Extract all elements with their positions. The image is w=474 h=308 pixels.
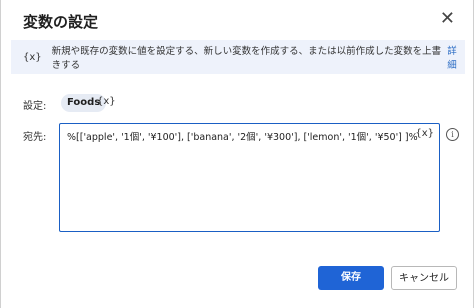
info-icon[interactable]: i [446, 128, 459, 141]
value-textarea[interactable]: %[['apple', '1個', '¥100'], ['banana', '2… [59, 123, 440, 232]
variable-icon: {x} [23, 51, 42, 63]
info-banner: {x} 新規や既存の変数に値を設定する、新しい変数を作成する、または以前作成した… [11, 40, 465, 74]
set-variable-dialog: 変数の設定 ✕ {x} 新規や既存の変数に値を設定する、新しい変数を作成する、ま… [0, 0, 474, 308]
variable-insert-icon[interactable]: {x} [415, 128, 434, 139]
variable-picker-icon[interactable]: {x} [97, 96, 116, 107]
to-label: 宛先: [23, 132, 47, 143]
set-label: 設定: [23, 101, 47, 112]
details-link[interactable]: 詳細 [447, 43, 465, 71]
dialog-title: 変数の設定 [23, 13, 99, 31]
save-button[interactable]: 保存 [318, 266, 384, 290]
close-icon[interactable]: ✕ [440, 10, 455, 28]
value-text: %[['apple', '1個', '¥100'], ['banana', '2… [67, 132, 418, 143]
cancel-button[interactable]: キャンセル [391, 266, 457, 290]
info-text: 新規や既存の変数に値を設定する、新しい変数を作成する、または以前作成した変数を上… [51, 46, 442, 71]
